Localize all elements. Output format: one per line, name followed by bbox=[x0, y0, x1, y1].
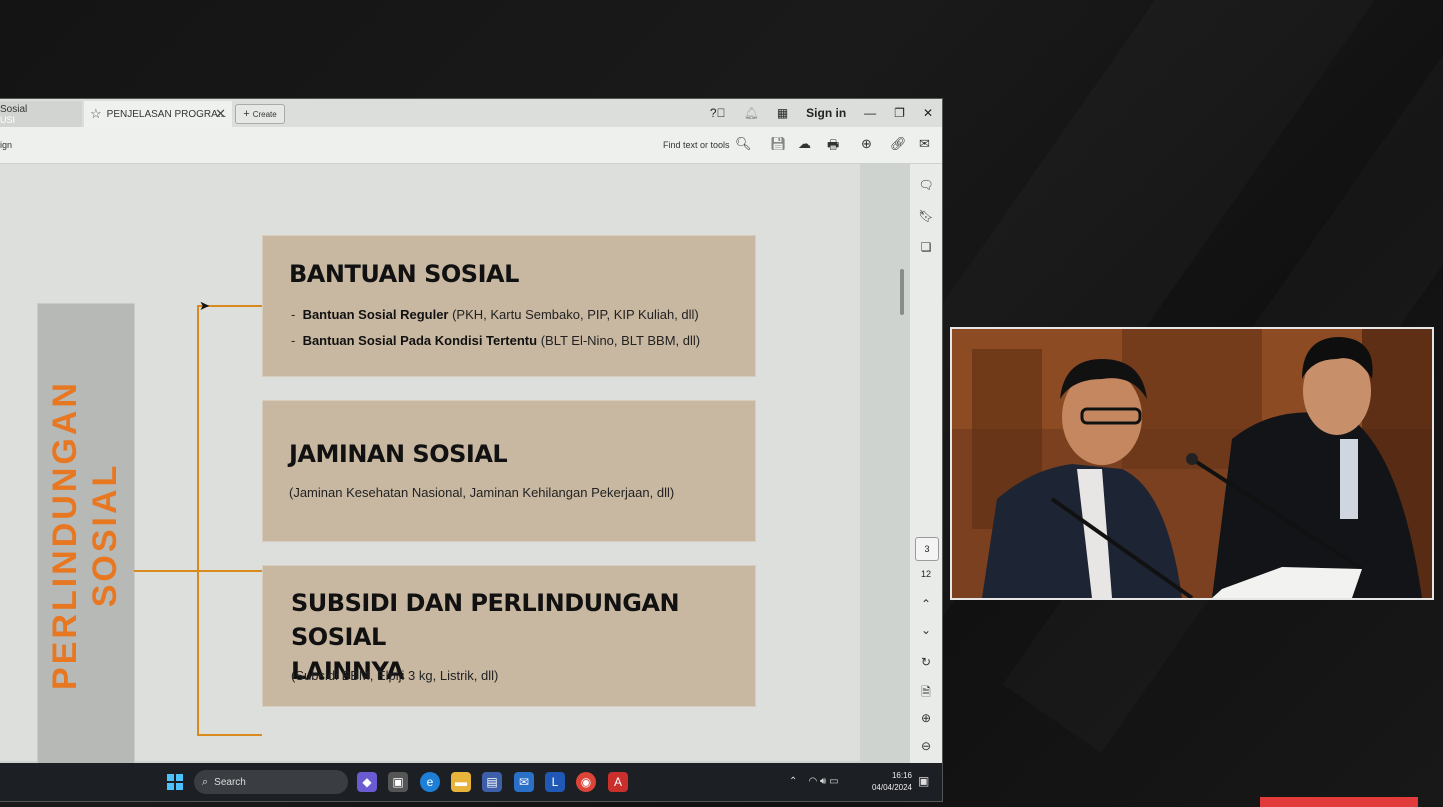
taskbar-search-input[interactable]: ⌕ Search bbox=[194, 770, 348, 794]
plus-icon: + bbox=[243, 108, 250, 120]
tab-bar: Sosial USI ☆ PENJELASAN PROGRA... ✕ + Cr… bbox=[0, 99, 942, 127]
box-jaminan-sosial: JAMINAN SOSIAL (Jaminan Kesehatan Nasion… bbox=[262, 400, 756, 542]
edge-icon[interactable]: e bbox=[420, 772, 440, 792]
clock-date: 04/04/2024 bbox=[871, 783, 912, 792]
box-subsidi: SUBSIDI DAN PERLINDUNGAN SOSIAL LAINNYA … bbox=[262, 565, 756, 707]
email-icon[interactable]: ✉ bbox=[919, 136, 930, 152]
mail-icon[interactable]: ✉ bbox=[514, 772, 534, 792]
connector-line bbox=[197, 305, 199, 736]
share-icon[interactable]: ⊕ bbox=[861, 136, 872, 152]
search-icon[interactable]: 🔍︎ bbox=[735, 136, 752, 152]
current-page-field[interactable]: 3 bbox=[915, 537, 939, 561]
toolbar: ign Find text or tools 🔍︎ 💾︎ ☁ 🖶 ⊕ 🔗︎ ✉ bbox=[0, 127, 942, 164]
vertical-title-line2: SOSIAL bbox=[86, 462, 124, 608]
notification-icon[interactable]: ▣ bbox=[918, 774, 929, 788]
file-explorer-icon[interactable]: ▬ bbox=[451, 772, 471, 792]
comment-icon[interactable]: 🗨︎ bbox=[918, 178, 934, 192]
total-pages-label: 12 bbox=[920, 569, 931, 579]
list-item-detail: (BLT El-Nino, BLT BBM, dll) bbox=[537, 333, 701, 348]
create-button[interactable]: + Create bbox=[235, 104, 285, 124]
vertical-title: PERLINDUNGAN SOSIAL bbox=[45, 380, 125, 690]
acrobat-icon[interactable]: A bbox=[608, 772, 628, 792]
list-item-bold: Bantuan Sosial Reguler bbox=[302, 307, 449, 322]
search-icon: ⌕ bbox=[202, 775, 209, 788]
right-tools-panel bbox=[909, 164, 942, 764]
box-bantuan-sosial: BANTUAN SOSIAL - Bantuan Sosial Reguler … bbox=[262, 235, 756, 377]
copilot-icon[interactable]: ◆ bbox=[357, 772, 377, 792]
list-item-detail: (PKH, Kartu Sembako, PIP, KIP Kuliah, dl… bbox=[448, 307, 699, 322]
close-tab-icon[interactable]: ✕ bbox=[215, 106, 226, 122]
create-button-label: Create bbox=[252, 109, 277, 119]
zoom-in-icon[interactable]: ⊕ bbox=[918, 711, 934, 725]
store-icon[interactable]: ▤ bbox=[482, 772, 502, 792]
help-icon[interactable]: ?⃝ bbox=[710, 106, 726, 120]
minimize-icon[interactable]: — bbox=[864, 106, 876, 120]
connector-line bbox=[134, 570, 198, 572]
vertical-scrollbar[interactable] bbox=[900, 269, 904, 315]
box-description: (Subsidi BBM, Elpiji 3 kg, Listrik, dll) bbox=[291, 668, 499, 683]
box-title: JAMINAN SOSIAL bbox=[289, 440, 508, 468]
video-feed bbox=[950, 327, 1434, 600]
slide-page: PERLINDUNGAN SOSIAL ➤ BANTUAN SOSIAL - B… bbox=[0, 164, 860, 801]
search-placeholder: Search bbox=[214, 776, 246, 788]
sign-in-button[interactable]: Sign in bbox=[806, 106, 846, 120]
upload-cloud-icon[interactable]: ☁ bbox=[798, 136, 811, 152]
chevron-down-icon[interactable]: ⌄ bbox=[918, 623, 934, 637]
zoom-out-icon[interactable]: ⊖ bbox=[918, 739, 934, 753]
tab-previous-label: Sosial bbox=[0, 104, 28, 115]
clock[interactable]: 16:16 04/04/2024 bbox=[866, 770, 912, 794]
acrobat-window: Sosial USI ☆ PENJELASAN PROGRA... ✕ + Cr… bbox=[0, 99, 942, 801]
list-item: - Bantuan Sosial Pada Kondisi Tertentu (… bbox=[291, 333, 701, 348]
toolbar-left-label[interactable]: ign bbox=[0, 140, 12, 150]
rotate-icon[interactable]: ↻ bbox=[918, 655, 934, 669]
close-window-icon[interactable]: ✕ bbox=[923, 106, 933, 120]
find-text-input[interactable]: Find text or tools bbox=[663, 140, 730, 150]
pages-icon[interactable]: ❏ bbox=[918, 240, 934, 254]
vertical-title-line1: PERLINDUNGAN bbox=[46, 380, 84, 690]
bell-icon[interactable]: 🔔︎ bbox=[744, 106, 759, 120]
maximize-icon[interactable]: ❐ bbox=[894, 106, 905, 120]
print-icon[interactable]: 🖶 bbox=[827, 136, 839, 158]
clock-time: 16:16 bbox=[891, 771, 912, 780]
link-icon[interactable]: 🔗︎ bbox=[890, 136, 907, 152]
mouse-cursor: ➤ bbox=[199, 298, 210, 313]
box-description: (Jaminan Kesehatan Nasional, Jaminan Keh… bbox=[289, 485, 675, 500]
video-scene bbox=[952, 329, 1432, 598]
box-title-line1: SUBSIDI DAN PERLINDUNGAN SOSIAL bbox=[291, 589, 680, 651]
windows-taskbar: ⌕ Search ◆ ▣ e ▬ ▤ ✉ L ◉ A ⌃ ◠ 🔊︎ ▭ 16:1… bbox=[0, 763, 942, 801]
list-item-bold: Bantuan Sosial Pada Kondisi Tertentu bbox=[302, 333, 538, 348]
red-indicator-bar bbox=[1260, 797, 1418, 807]
save-icon[interactable]: 💾︎ bbox=[770, 136, 787, 152]
chrome-icon[interactable]: ◉ bbox=[576, 772, 596, 792]
bookmark-icon[interactable]: 🔖︎ bbox=[918, 209, 934, 223]
tab-active-label: PENJELASAN PROGRA... bbox=[106, 108, 227, 120]
tab-previous-document[interactable]: Sosial USI bbox=[0, 101, 82, 127]
task-view-icon[interactable]: ▣ bbox=[388, 772, 408, 792]
list-item: - Bantuan Sosial Reguler (PKH, Kartu Sem… bbox=[291, 307, 699, 322]
lync-icon[interactable]: L bbox=[545, 772, 565, 792]
chevron-up-icon[interactable]: ⌃ bbox=[918, 597, 934, 611]
apps-grid-icon[interactable]: ▦ bbox=[777, 106, 788, 120]
page-settings-icon[interactable]: 🗎 bbox=[918, 683, 934, 704]
tab-active-document[interactable]: ☆ PENJELASAN PROGRA... ✕ bbox=[84, 101, 232, 127]
tab-previous-sublabel: USI bbox=[0, 115, 16, 125]
box-title: BANTUAN SOSIAL bbox=[289, 260, 519, 288]
window-controls: ?⃝ 🔔︎ ▦ Sign in — ❐ ✕ bbox=[701, 99, 942, 127]
connector-line bbox=[197, 734, 262, 736]
system-tray[interactable]: ⌃ ◠ 🔊︎ ▭ bbox=[789, 776, 839, 787]
star-icon[interactable]: ☆ bbox=[90, 106, 102, 122]
start-button[interactable] bbox=[167, 774, 183, 790]
connector-line bbox=[197, 570, 262, 572]
